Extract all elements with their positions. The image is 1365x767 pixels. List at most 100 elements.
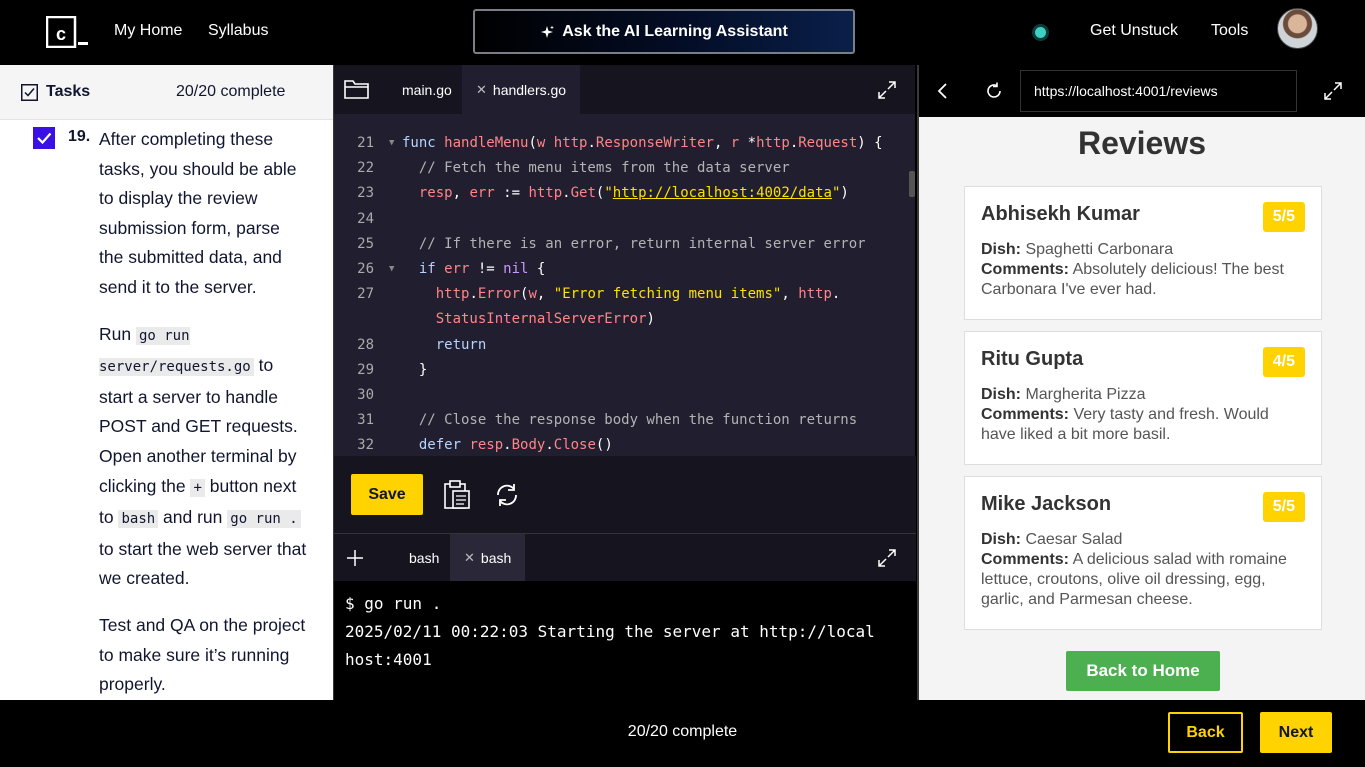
tab-label: main.go — [402, 81, 452, 98]
code-line: 25 // If there is an error, return inter… — [334, 232, 916, 257]
line-number: 25 — [357, 235, 374, 252]
close-icon[interactable]: ✕ — [476, 82, 487, 98]
page-title: Reviews — [1077, 125, 1207, 161]
avatar[interactable] — [1277, 8, 1318, 49]
editor-scrollbar[interactable] — [909, 171, 915, 197]
back-button[interactable]: Back — [1168, 712, 1243, 753]
terminal-tab-active[interactable]: ✕ bash — [450, 534, 526, 581]
terminal-output[interactable]: $ go run . 2025/02/11 00:22:03 Starting … — [345, 590, 910, 674]
review-card: Ritu Gupta 4/5 Dish: Margherita Pizza Co… — [964, 331, 1322, 465]
sparkle-icon — [541, 25, 555, 38]
tasks-header: Tasks 20/20 complete — [0, 65, 333, 120]
folder-icon[interactable] — [343, 77, 371, 101]
dish-value: Spaghetti Carbonara — [1025, 241, 1174, 258]
browser-panel: https://localhost:4001/reviews Reviews A… — [917, 65, 1365, 700]
reviewer-name: Ritu Gupta — [981, 348, 1084, 370]
dish-value: Caesar Salad — [1025, 531, 1123, 548]
status-indicator-icon — [1035, 27, 1046, 38]
progress-text: 20/20 complete — [627, 723, 738, 740]
code-line: 21 ▼ func handleMenu(w http.ResponseWriter… — [334, 131, 916, 156]
nav-my-home[interactable]: My Home — [114, 22, 182, 40]
dish-value: Margherita Pizza — [1025, 386, 1146, 403]
inline-code: + — [190, 478, 205, 497]
code-editor: main.go ✕ handlers.go 21 ▼ func handleMenu… — [333, 65, 916, 533]
inline-code: go run . — [227, 510, 301, 529]
reload-icon[interactable] — [984, 81, 1004, 101]
checkbox-icon — [21, 84, 38, 101]
tab-main-go[interactable]: main.go — [388, 65, 466, 114]
review-dish: Dish: Margherita Pizza — [981, 385, 1305, 405]
browser-page: Reviews Abhisekh Kumar 5/5 Dish: Spaghet… — [919, 117, 1365, 700]
terminal-line: $ go run . — [345, 594, 442, 613]
back-to-home-button[interactable]: Back to Home — [1066, 651, 1220, 691]
code-line: 22 // Fetch the menu items from the data… — [334, 156, 916, 181]
close-icon[interactable]: ✕ — [464, 550, 475, 566]
code-line: 31 // Close the response body when the f… — [334, 408, 916, 433]
code-area[interactable]: 21 ▼ func handleMenu(w http.ResponseWriter… — [334, 131, 916, 458]
tasks-count: 20/20 complete — [176, 83, 286, 100]
review-card: Mike Jackson 5/5 Dish: Caesar Salad Comm… — [964, 476, 1322, 630]
reviewer-name: Mike Jackson — [981, 493, 1112, 515]
line-number: 32 — [357, 437, 374, 454]
top-navigation: c My Home Syllabus Ask the AI Learning A… — [0, 0, 1365, 65]
terminal-tab[interactable]: bash — [395, 534, 453, 581]
task-paragraph-3: Test and QA on the project to make sure … — [99, 614, 306, 695]
line-number: 24 — [357, 210, 374, 227]
code-line: StatusInternalServerError) — [435, 311, 655, 328]
svg-text:c: c — [56, 24, 66, 44]
terminal-line: host:4001 — [345, 650, 432, 669]
task-paragraph-2: Run go run server/requests.go to start a… — [99, 320, 309, 594]
line-number: 31 — [357, 412, 374, 429]
editor-tabs: main.go ✕ handlers.go — [334, 65, 915, 114]
line-number: 28 — [357, 336, 374, 353]
nav-get-unstuck[interactable]: Get Unstuck — [1090, 22, 1178, 40]
rating-badge: 4/5 — [1262, 347, 1305, 377]
code-line: 24 — [334, 207, 916, 232]
next-button[interactable]: Next — [1260, 712, 1332, 753]
fold-arrow-icon[interactable]: ▼ — [389, 257, 394, 282]
ai-assistant-label: Ask the AI Learning Assistant — [562, 22, 788, 40]
task-text: Run — [99, 323, 136, 344]
clipboard-icon[interactable] — [443, 480, 471, 510]
code-line: 23 resp, err := http.Get("http://localho… — [334, 181, 916, 206]
inline-code: bash — [118, 510, 159, 529]
ai-assistant-button[interactable]: Ask the AI Learning Assistant — [473, 9, 855, 54]
bottom-bar: 20/20 complete Back Next — [0, 700, 1365, 767]
tab-label: bash — [409, 549, 440, 566]
browser-toolbar: https://localhost:4001/reviews — [919, 65, 1365, 117]
review-dish: Dish: Caesar Salad — [981, 530, 1305, 550]
line-number: 27 — [357, 286, 374, 303]
tab-label: bash — [480, 549, 512, 566]
save-button[interactable]: Save — [351, 474, 423, 515]
line-number: 22 — [357, 160, 374, 177]
expand-icon[interactable] — [877, 548, 897, 568]
task-text: and run — [158, 507, 228, 528]
task-checkbox[interactable] — [33, 127, 55, 149]
comments-label: Comments: — [981, 261, 1070, 278]
review-card: Abhisekh Kumar 5/5 Dish: Spaghetti Carbo… — [964, 186, 1322, 320]
code-line: 32 defer resp.Body.Close() — [334, 433, 916, 458]
line-number: 23 — [357, 185, 374, 202]
task-number: 19. — [68, 128, 91, 145]
dish-label: Dish: — [981, 241, 1021, 258]
nav-syllabus[interactable]: Syllabus — [208, 22, 268, 40]
expand-icon[interactable] — [1323, 81, 1343, 101]
code-line: 27 http.Error(w, "Error fetching menu it… — [334, 282, 916, 307]
codecademy-logo-icon[interactable]: c — [46, 16, 88, 48]
url-bar[interactable]: https://localhost:4001/reviews — [1020, 70, 1297, 112]
task-text: to start the web server that we created. — [99, 538, 307, 589]
code-line: 29 } — [334, 358, 916, 383]
editor-footer: Save — [334, 456, 916, 533]
add-terminal-icon[interactable] — [346, 549, 364, 567]
terminal-line: 2025/02/11 00:22:03 Starting the server … — [345, 622, 875, 641]
nav-tools[interactable]: Tools — [1211, 22, 1248, 40]
tab-handlers-go[interactable]: ✕ handlers.go — [462, 65, 581, 114]
fold-arrow-icon[interactable]: ▼ — [389, 131, 394, 156]
back-arrow-icon[interactable] — [935, 82, 949, 100]
task-text: to start a server to handle POST and GET… — [99, 355, 298, 496]
refresh-icon[interactable] — [493, 481, 521, 509]
rating-badge: 5/5 — [1262, 202, 1305, 232]
expand-icon[interactable] — [877, 80, 897, 100]
line-number: 26 — [357, 260, 374, 277]
task-description: After completing these tasks, you should… — [99, 125, 309, 700]
